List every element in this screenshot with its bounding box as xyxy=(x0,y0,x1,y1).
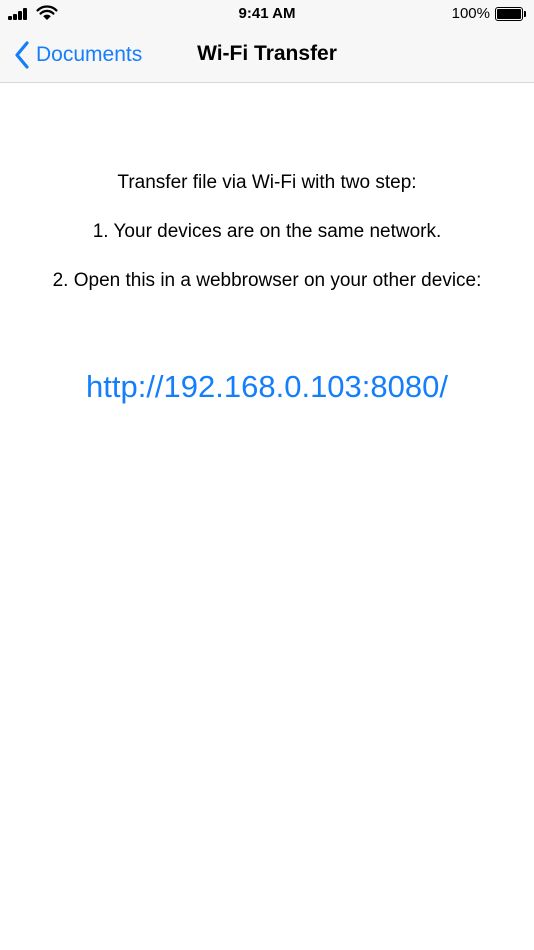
battery-icon xyxy=(495,7,527,21)
navigation-bar: Documents Wi-Fi Transfer xyxy=(0,28,534,83)
transfer-url-link[interactable]: http://192.168.0.103:8080/ xyxy=(0,369,534,405)
page-title: Wi-Fi Transfer xyxy=(197,42,337,65)
battery-fill xyxy=(497,9,521,19)
instruction-step-1: 1. Your devices are on the same network. xyxy=(92,221,442,242)
instructions-heading: Transfer file via Wi-Fi with two step: xyxy=(117,172,417,193)
top-chrome: 9:41 AM 100% Documents Wi-Fi Transfer xyxy=(0,0,534,83)
battery-percentage: 100% xyxy=(451,5,490,22)
status-bar: 9:41 AM 100% xyxy=(0,0,534,28)
instruction-step-2: 2. Open this in a webbrowser on your oth… xyxy=(52,270,482,291)
